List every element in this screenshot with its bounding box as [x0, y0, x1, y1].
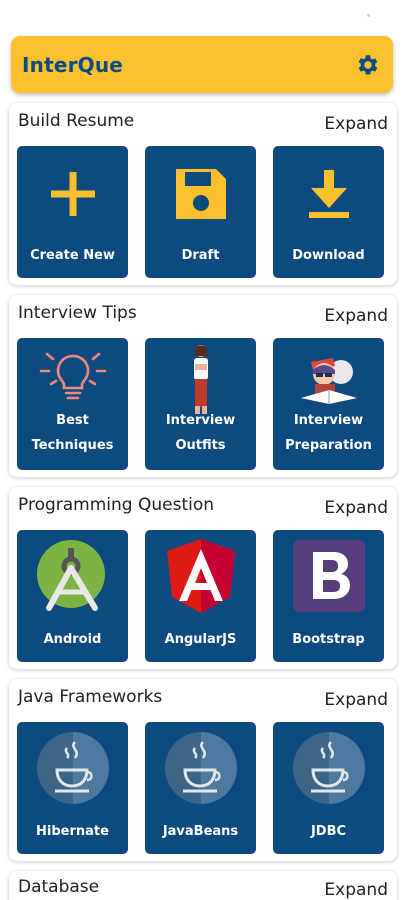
tile-jdbc[interactable]: JDBC	[273, 722, 384, 854]
java-coffee-icon	[164, 732, 237, 804]
expand-button[interactable]: Expand	[324, 690, 388, 710]
status-dot	[367, 14, 370, 17]
tile-download[interactable]: Download	[273, 146, 384, 278]
tile-label: JavaBeans	[162, 824, 239, 839]
android-icon	[36, 540, 105, 611]
tile-label-group: Interview Outfits	[147, 408, 254, 458]
tile-label: Android	[43, 632, 102, 647]
angular-icon	[166, 539, 235, 613]
expand-button[interactable]: Expand	[324, 306, 388, 326]
expand-button[interactable]: Expand	[324, 880, 388, 900]
java-coffee-icon	[292, 732, 365, 804]
tile-label-line1: Best	[56, 413, 89, 428]
student-studying-icon	[300, 358, 357, 404]
section-database: Database Expand	[9, 871, 397, 900]
tile-label: Draft	[181, 248, 220, 263]
lightbulb-icon	[39, 352, 106, 400]
tile-angularjs[interactable]: AngularJS	[145, 530, 256, 662]
gear-icon[interactable]	[354, 52, 380, 78]
tile-create-new[interactable]: Create New	[17, 146, 128, 278]
tile-interview-outfits[interactable]: Interview Outfits	[145, 338, 256, 470]
woman-figure-icon	[193, 345, 208, 414]
tile-label-group: Interview Preparation	[275, 408, 382, 458]
download-icon	[308, 170, 349, 218]
section-title: Programming Question	[18, 495, 215, 515]
section-title: Build Resume	[18, 111, 135, 131]
tile-label-line2: Preparation	[285, 438, 372, 453]
section-programming-question: Programming Question Expand Android Angu…	[9, 487, 397, 669]
plus-icon	[50, 172, 95, 216]
app-bar: InterQue	[11, 36, 393, 93]
tile-android[interactable]: Android	[17, 530, 128, 662]
tile-best-techniques[interactable]: Best Techniques	[17, 338, 128, 470]
floppy-disk-icon	[175, 169, 226, 219]
section-title: Java Frameworks	[18, 687, 163, 707]
app-title: InterQue	[22, 52, 124, 77]
java-coffee-icon	[36, 732, 109, 804]
tile-label-line1: Interview	[293, 413, 364, 428]
tile-bootstrap[interactable]: Bootstrap	[273, 530, 384, 662]
section-title: Database	[18, 877, 100, 897]
tile-label-line2: Techniques	[31, 438, 114, 453]
tile-label: Bootstrap	[292, 632, 365, 647]
tile-interview-preparation[interactable]: Interview Preparation	[273, 338, 384, 470]
tile-draft[interactable]: Draft	[145, 146, 256, 278]
tile-label: Hibernate	[36, 824, 109, 839]
expand-button[interactable]: Expand	[324, 114, 388, 134]
tile-javabeans[interactable]: JavaBeans	[145, 722, 256, 854]
tile-label-group: Best Techniques	[19, 408, 126, 458]
tile-label-line1: Interview	[165, 413, 236, 428]
tile-hibernate[interactable]: Hibernate	[17, 722, 128, 854]
tile-label-line2: Outfits	[175, 438, 226, 453]
tile-label: JDBC	[310, 824, 347, 839]
tile-label: AngularJS	[164, 632, 237, 647]
section-interview-tips: Interview Tips Expand Best Techniques In…	[9, 295, 397, 477]
tile-label: Create New	[30, 248, 115, 263]
tile-label: Download	[292, 248, 365, 263]
bootstrap-icon	[292, 540, 365, 612]
section-java-frameworks: Java Frameworks Expand Hibernate JavaBea…	[9, 679, 397, 861]
section-title: Interview Tips	[18, 303, 137, 323]
expand-button[interactable]: Expand	[324, 498, 388, 518]
section-build-resume: Build Resume Expand Create New Draft Dow…	[9, 103, 397, 285]
